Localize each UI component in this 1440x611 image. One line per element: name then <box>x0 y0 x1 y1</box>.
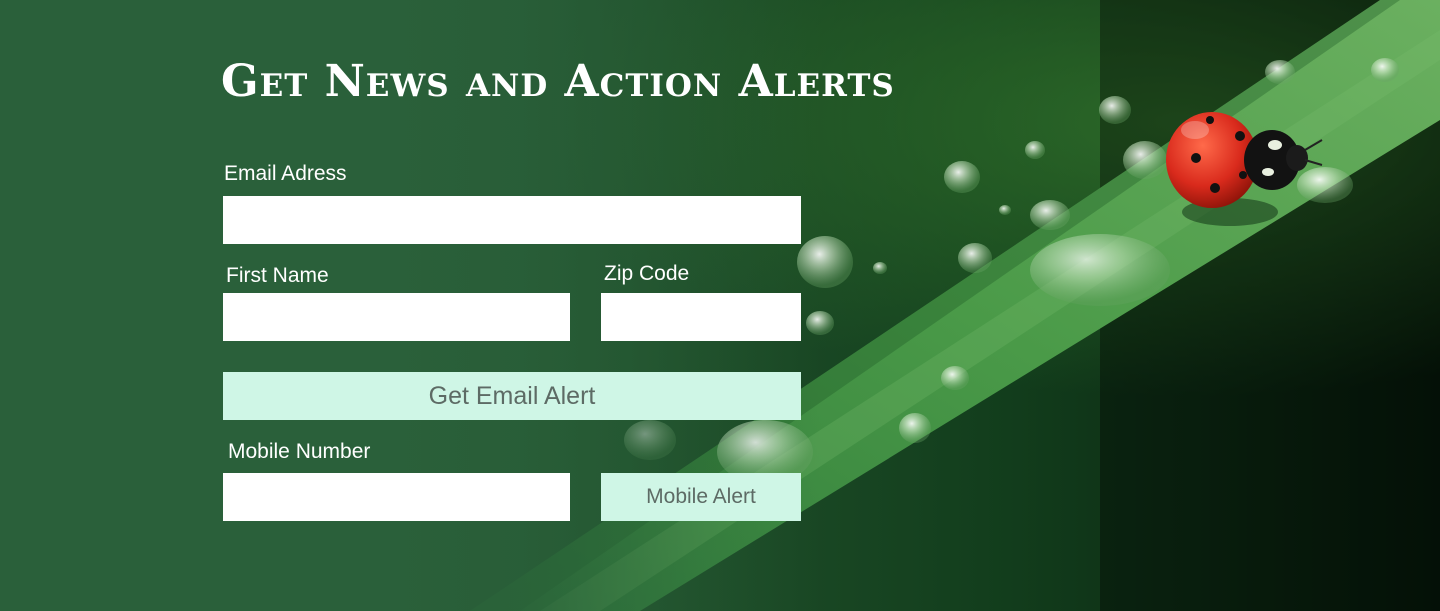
zip-code-input[interactable] <box>601 293 801 341</box>
first-name-label: First Name <box>226 264 329 287</box>
first-name-input[interactable] <box>223 293 570 341</box>
page-title: Get News and Action Alerts <box>221 56 895 107</box>
mobile-alert-button[interactable]: Mobile Alert <box>601 473 801 521</box>
email-label: Email Adress <box>224 162 347 185</box>
zip-code-label: Zip Code <box>604 262 690 285</box>
email-input[interactable] <box>223 196 801 244</box>
mobile-number-input[interactable] <box>223 473 570 521</box>
mobile-number-label: Mobile Number <box>228 440 371 463</box>
alerts-signup-banner: Get News and Action Alerts Email Adress … <box>0 0 1440 611</box>
get-email-alert-button[interactable]: Get Email Alert <box>223 372 801 420</box>
